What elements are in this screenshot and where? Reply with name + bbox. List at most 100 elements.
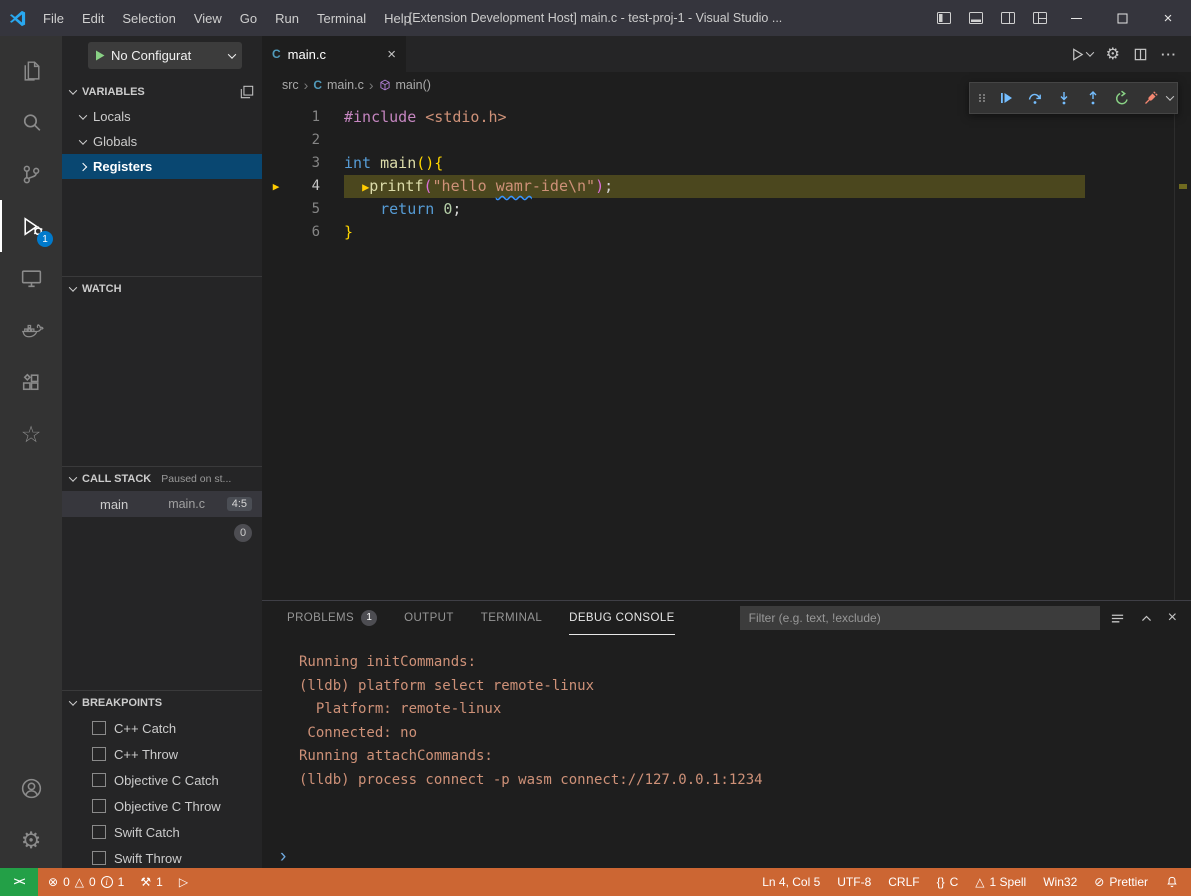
breakpoint-checkbox[interactable] [92, 773, 106, 787]
breakpoint-checkbox[interactable] [92, 851, 106, 865]
code-line[interactable]: ▶4 ▶printf("hello wamr-ide\n"); [262, 175, 1191, 198]
toolbar-drag-handle[interactable] [974, 85, 990, 111]
menu-file[interactable]: File [34, 0, 73, 36]
console-line[interactable]: Running initCommands: [299, 651, 1191, 675]
tools-status[interactable]: ⚒ 1 [140, 875, 162, 889]
menu-run[interactable]: Run [266, 0, 308, 36]
debug-config-dropdown[interactable]: No Configurat [88, 42, 242, 69]
step-into-icon[interactable] [1051, 85, 1077, 111]
problems-status[interactable]: ⊗ 0 △ 0 i 1 [48, 875, 124, 889]
breakpoint-item[interactable]: Objective C Catch [62, 767, 262, 793]
menu-selection[interactable]: Selection [113, 0, 184, 36]
menu-view[interactable]: View [185, 0, 231, 36]
disconnect-icon[interactable] [1138, 85, 1164, 111]
extensions-icon[interactable] [0, 356, 62, 408]
platform-indicator[interactable]: Win32 [1043, 875, 1077, 889]
maximize-panel-icon[interactable] [1140, 612, 1153, 625]
breadcrumb-folder[interactable]: src [282, 78, 299, 92]
tab-problems[interactable]: PROBLEMS 1 [287, 601, 377, 635]
breadcrumb-file[interactable]: main.c [327, 78, 364, 92]
customize-layout-icon[interactable] [1030, 8, 1050, 28]
code-line[interactable]: 6} [262, 221, 1191, 244]
debug-console-output[interactable]: Running initCommands:(lldb) platform sel… [262, 635, 1191, 792]
split-editor-icon[interactable] [1133, 47, 1148, 62]
continue-icon[interactable] [993, 85, 1019, 111]
star-extension-icon[interactable]: ☆ [0, 408, 62, 460]
breakpoints-header[interactable]: BREAKPOINTS [62, 691, 262, 715]
variables-item-globals[interactable]: Globals [62, 129, 262, 154]
close-panel-icon[interactable]: × [1168, 609, 1177, 627]
breakpoint-item[interactable]: Swift Catch [62, 819, 262, 845]
code-line-content[interactable]: } [344, 221, 353, 244]
language-mode[interactable]: {} C [937, 875, 959, 889]
step-out-icon[interactable] [1080, 85, 1106, 111]
settings-gear-icon[interactable]: ⚙ [0, 814, 62, 866]
breakpoint-checkbox[interactable] [92, 721, 106, 735]
output-options-icon[interactable] [1110, 611, 1125, 626]
accounts-icon[interactable] [0, 762, 62, 814]
notifications-bell-icon[interactable] [1165, 875, 1179, 889]
toggle-panel-icon[interactable] [966, 8, 986, 28]
code-line-content[interactable]: ▶printf("hello wamr-ide\n"); [344, 175, 1085, 198]
console-line[interactable]: (lldb) platform select remote-linux [299, 675, 1191, 699]
settings-gear-icon[interactable]: ⚙ [1106, 44, 1120, 64]
breakpoint-checkbox[interactable] [92, 825, 106, 839]
debug-current-line-arrow-icon[interactable]: ▶ [262, 175, 290, 198]
step-over-icon[interactable] [1022, 85, 1048, 111]
console-line[interactable]: (lldb) process connect -p wasm connect:/… [299, 769, 1191, 793]
spell-checker-status[interactable]: △ 1 Spell [975, 875, 1026, 889]
menu-terminal[interactable]: Terminal [308, 0, 375, 36]
overview-ruler[interactable] [1174, 98, 1191, 600]
console-line[interactable]: Platform: remote-linux [299, 698, 1191, 722]
debug-status-icon[interactable]: ▷ [179, 875, 188, 889]
breakpoint-item[interactable]: Objective C Throw [62, 793, 262, 819]
tab-output[interactable]: OUTPUT [404, 601, 454, 635]
search-icon[interactable] [0, 96, 62, 148]
encoding-indicator[interactable]: UTF-8 [837, 875, 871, 889]
code-line[interactable]: 2 [262, 129, 1191, 152]
toggle-primary-sidebar-icon[interactable] [934, 8, 954, 28]
more-actions-icon[interactable]: ··· [1161, 47, 1177, 62]
breadcrumb-symbol[interactable]: main() [396, 78, 431, 92]
variables-item-registers[interactable]: Registers [62, 154, 262, 179]
breakpoint-item[interactable]: C++ Catch [62, 715, 262, 741]
console-input-prompt[interactable]: › [280, 847, 286, 866]
tab-debug-console[interactable]: DEBUG CONSOLE [569, 601, 675, 635]
restart-icon[interactable] [1109, 85, 1135, 111]
tab-main-c[interactable]: C main.c × [262, 36, 406, 72]
source-control-icon[interactable] [0, 148, 62, 200]
run-file-button[interactable] [1070, 47, 1093, 62]
variables-item-locals[interactable]: Locals [62, 104, 262, 129]
eol-indicator[interactable]: CRLF [888, 875, 919, 889]
run-and-debug-icon[interactable]: 1 [0, 200, 62, 252]
breakpoint-item[interactable]: Swift Throw [62, 845, 262, 868]
chevron-down-icon[interactable] [1166, 92, 1174, 100]
code-line-content[interactable]: #include <stdio.h> [344, 106, 507, 129]
breakpoint-checkbox[interactable] [92, 799, 106, 813]
code-line[interactable]: 5 return 0; [262, 198, 1191, 221]
collapse-all-icon[interactable] [240, 85, 254, 99]
menu-edit[interactable]: Edit [73, 0, 113, 36]
code-line-content[interactable]: int main(){ [344, 152, 443, 175]
code-line-content[interactable]: return 0; [344, 198, 461, 221]
maximize-button[interactable] [1099, 0, 1145, 36]
console-line[interactable]: Connected: no [299, 722, 1191, 746]
watch-header[interactable]: WATCH [62, 277, 262, 301]
remote-explorer-icon[interactable] [0, 252, 62, 304]
menu-go[interactable]: Go [231, 0, 266, 36]
call-stack-header[interactable]: CALL STACK Paused on st... [62, 467, 262, 491]
breakpoint-checkbox[interactable] [92, 747, 106, 761]
close-tab-icon[interactable]: × [387, 46, 396, 63]
toggle-secondary-sidebar-icon[interactable] [998, 8, 1018, 28]
console-line[interactable]: Running attachCommands: [299, 745, 1191, 769]
docker-icon[interactable] [0, 304, 62, 356]
code-line[interactable]: 3int main(){ [262, 152, 1191, 175]
remote-indicator[interactable]: >< [0, 868, 38, 896]
cursor-position[interactable]: Ln 4, Col 5 [762, 875, 820, 889]
close-button[interactable]: × [1145, 0, 1191, 36]
minimize-button[interactable] [1053, 0, 1099, 36]
formatter-status[interactable]: ⊘ Prettier [1094, 875, 1148, 889]
code-editor[interactable]: 1#include <stdio.h>23int main(){▶4 ▶prin… [262, 98, 1191, 600]
tab-terminal[interactable]: TERMINAL [481, 601, 542, 635]
variables-header[interactable]: VARIABLES [62, 80, 262, 104]
